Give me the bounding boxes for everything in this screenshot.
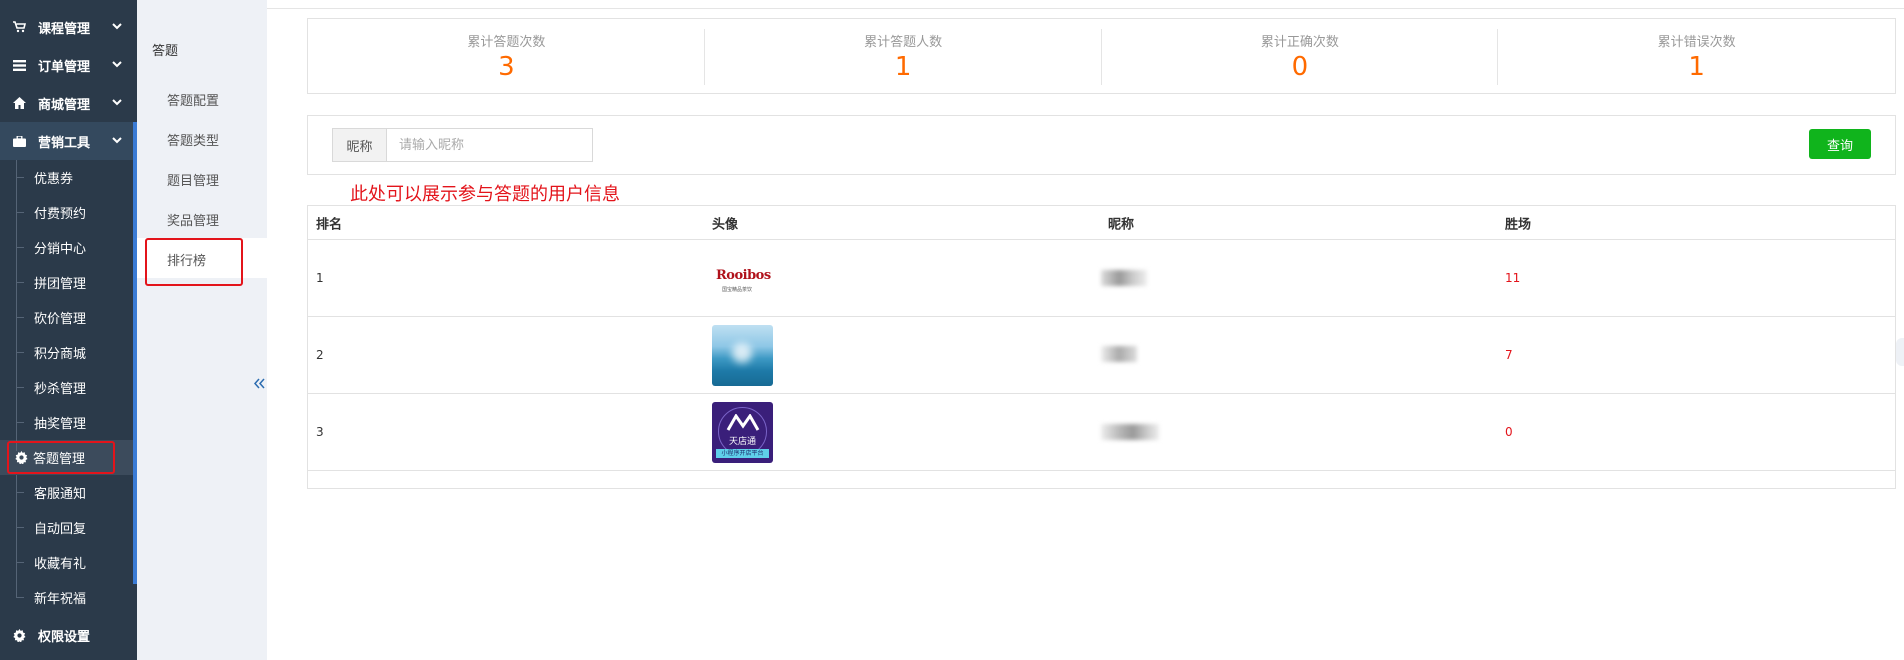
sidebar-item-flash-sale[interactable]: 秒杀管理 (0, 370, 133, 405)
double-chevron-left-icon (254, 378, 265, 388)
header-avatar: 头像 (712, 217, 739, 232)
avatar-logo-subtext: 国宝精品茶饮 (722, 287, 753, 293)
avatar: 天店通 小程序开店平台 (712, 402, 773, 463)
stat-label: 累计答题人数 (864, 35, 943, 50)
wins-cell: 7 (1505, 348, 1513, 362)
gear-icon (12, 628, 26, 642)
search-panel: 昵称 查询 (307, 115, 1896, 175)
table-row: 2 7 (308, 317, 1895, 394)
sidebar-item-new-year[interactable]: 新年祝福 (0, 580, 133, 615)
sun-glare (732, 343, 752, 363)
right-panel-toggle[interactable] (1896, 338, 1904, 366)
rank-cell: 1 (316, 271, 324, 285)
query-button[interactable]: 查询 (1809, 129, 1871, 159)
stat-label: 累计错误次数 (1657, 35, 1736, 50)
avatar (712, 325, 773, 386)
stat-total-correct: 累计正确次数 0 (1102, 19, 1499, 93)
logo-mark-icon (726, 414, 760, 431)
table-row: 3 天店通 小程序开店平台 0 (308, 394, 1895, 471)
nickname-blurred (1101, 346, 1137, 362)
chevron-down-icon (112, 61, 122, 68)
submenu-item-prize-mgmt[interactable]: 奖品管理 (167, 210, 219, 229)
sidebar-item-distribution[interactable]: 分销中心 (0, 230, 133, 265)
stat-value: 3 (498, 52, 515, 82)
sidebar-item-bargain[interactable]: 砍价管理 (0, 300, 133, 335)
sidebar-group-course[interactable]: 课程管理 (0, 8, 133, 46)
nickname-blurred (1101, 424, 1159, 440)
nickname-search-field: 昵称 (332, 128, 593, 162)
stats-panel: 累计答题次数 3 累计答题人数 1 累计正确次数 0 累计错误次数 1 (307, 18, 1896, 94)
chevron-down-icon (112, 137, 122, 144)
table-row: 1 Rooibos 国宝精品茶饮 11 (308, 240, 1895, 317)
sidebar-item-group-buy[interactable]: 拼团管理 (0, 265, 133, 300)
stat-value: 0 (1291, 52, 1309, 82)
rank-cell: 2 (316, 348, 324, 362)
nickname-input[interactable] (387, 129, 592, 161)
nickname-label: 昵称 (333, 129, 387, 161)
sidebar-group-label: 商城管理 (38, 97, 91, 113)
stat-label: 累计正确次数 (1260, 35, 1339, 50)
avatar: Rooibos 国宝精品茶饮 (712, 248, 773, 309)
top-divider (267, 8, 1904, 9)
rank-cell: 3 (316, 425, 324, 439)
sidebar-group-order[interactable]: 订单管理 (0, 46, 133, 84)
header-nickname: 昵称 (1108, 217, 1135, 232)
table-header: 排名 头像 昵称 胜场 (308, 206, 1895, 240)
sidebar-item-points-mall[interactable]: 积分商城 (0, 335, 133, 370)
wins-cell: 0 (1505, 425, 1513, 439)
sidebar-item-collect-gift[interactable]: 收藏有礼 (0, 545, 133, 580)
sidebar-item-auto-reply[interactable]: 自动回复 (0, 510, 133, 545)
nickname-blurred (1101, 270, 1147, 286)
leaderboard-table: 排名 头像 昵称 胜场 1 Rooibos 国宝精品茶饮 11 2 7 3 天店… (307, 205, 1896, 489)
header-rank: 排名 (316, 217, 343, 232)
collapse-menu-button[interactable] (252, 362, 267, 404)
secondary-menu: 答题 答题配置 答题类型 题目管理 奖品管理 排行榜 (137, 0, 267, 660)
stat-value: 1 (1688, 52, 1705, 82)
submenu-item-quiz-type[interactable]: 答题类型 (167, 130, 219, 149)
annotation-note: 此处可以展示参与答题的用户信息 (350, 184, 620, 205)
sidebar-group-permissions[interactable]: 权限设置 (0, 616, 133, 654)
sidebar-group-label: 课程管理 (38, 21, 91, 37)
sidebar-group-label: 权限设置 (38, 629, 91, 645)
avatar-logo-text: Rooibos (716, 268, 771, 283)
list-icon (12, 59, 26, 71)
sidebar-group-marketing[interactable]: 营销工具 (0, 122, 133, 160)
sidebar-item-paid-booking[interactable]: 付费预约 (0, 195, 133, 230)
stat-label: 累计答题次数 (467, 35, 546, 50)
cart-icon (12, 21, 26, 33)
chevron-down-icon (112, 23, 122, 30)
home-icon (12, 97, 26, 109)
wins-cell: 11 (1505, 271, 1521, 285)
sidebar-item-coupon[interactable]: 优惠券 (0, 160, 133, 195)
briefcase-icon (12, 135, 26, 147)
submenu-item-quiz-config[interactable]: 答题配置 (167, 90, 219, 109)
stat-total-wrong: 累计错误次数 1 (1498, 19, 1895, 93)
highlight-box-leaderboard (145, 238, 243, 286)
stat-total-answers: 累计答题次数 3 (308, 19, 705, 93)
sidebar-group-shop[interactable]: 商城管理 (0, 84, 133, 122)
avatar-logo-text: 天店通 (728, 437, 756, 447)
avatar-logo-subtext: 小程序开店平台 (716, 449, 769, 458)
header-wins: 胜场 (1505, 217, 1532, 232)
sidebar-item-service-notice[interactable]: 客服通知 (0, 475, 133, 510)
sidebar-group-label: 订单管理 (38, 59, 91, 75)
sidebar-item-lottery[interactable]: 抽奖管理 (0, 405, 133, 440)
stat-value: 1 (894, 52, 912, 82)
chevron-down-icon (112, 99, 122, 106)
submenu-item-question-mgmt[interactable]: 题目管理 (167, 170, 219, 189)
sidebar-group-label: 营销工具 (38, 135, 91, 151)
main-sidebar: 课程管理 订单管理 商城管理 营销工具 优惠券 付费预约 分销中心 拼团管理 砍… (0, 0, 137, 660)
highlight-box-quiz (7, 441, 115, 474)
submenu-title: 答题 (152, 44, 179, 59)
stat-total-players: 累计答题人数 1 (705, 19, 1102, 93)
